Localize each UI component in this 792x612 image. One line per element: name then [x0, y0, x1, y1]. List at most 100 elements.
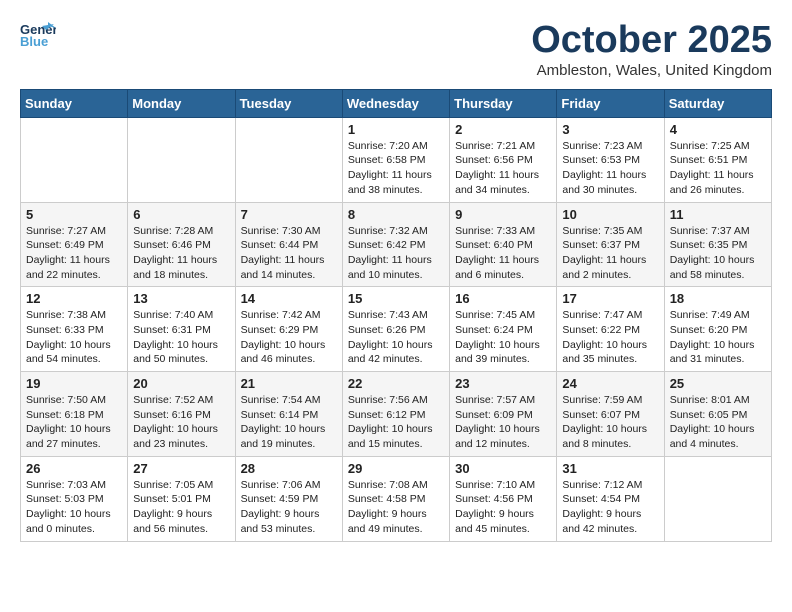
- col-header-friday: Friday: [557, 89, 664, 117]
- day-number: 25: [670, 376, 766, 391]
- day-number: 23: [455, 376, 551, 391]
- day-number: 19: [26, 376, 122, 391]
- daylight-text: Daylight: 10 hours and 46 minutes.: [241, 339, 326, 366]
- day-number: 4: [670, 122, 766, 137]
- day-cell: 29Sunrise: 7:08 AMSunset: 4:58 PMDayligh…: [342, 456, 449, 541]
- cell-content: Sunrise: 7:57 AMSunset: 6:09 PMDaylight:…: [455, 393, 551, 452]
- sunrise-text: Sunrise: 7:33 AM: [455, 225, 535, 237]
- sunrise-text: Sunrise: 7:30 AM: [241, 225, 321, 237]
- sunrise-text: Sunrise: 7:25 AM: [670, 140, 750, 152]
- daylight-text: Daylight: 9 hours and 53 minutes.: [241, 508, 320, 535]
- day-cell: 24 Sunrise: 7:59 AMSunset: 6:07 PMDayligh…: [557, 372, 664, 457]
- sunset-text: Sunset: 5:01 PM: [133, 493, 211, 505]
- day-cell: 14Sunrise: 7:42 AMSunset: 6:29 PMDayligh…: [235, 287, 342, 372]
- week-row-4: 19Sunrise: 7:50 AMSunset: 6:18 PMDayligh…: [21, 372, 772, 457]
- calendar-table: SundayMondayTuesdayWednesdayThursdayFrid…: [20, 89, 772, 542]
- cell-content: Sunrise: 7:59 AMSunset: 6:07 PMDaylight:…: [562, 393, 658, 452]
- sunrise-text: Sunrise: 7:35 AM: [562, 225, 642, 237]
- day-cell: 4Sunrise: 7:25 AMSunset: 6:51 PMDaylight…: [664, 117, 771, 202]
- sunset-text: Sunset: 6:58 PM: [348, 154, 426, 166]
- daylight-text: Daylight: 11 hours and 38 minutes.: [348, 169, 432, 196]
- cell-content: Sunrise: 7:47 AMSunset: 6:22 PMDaylight:…: [562, 308, 658, 367]
- cell-content: Sunrise: 7:37 AMSunset: 6:35 PMDaylight:…: [670, 224, 766, 283]
- cell-content: Sunrise: 7:03 AMSunset: 5:03 PMDaylight:…: [26, 478, 122, 537]
- day-cell: 6Sunrise: 7:28 AMSunset: 6:46 PMDaylight…: [128, 202, 235, 287]
- day-cell: 9Sunrise: 7:33 AMSunset: 6:40 PMDaylight…: [450, 202, 557, 287]
- sunset-text: Sunset: 4:59 PM: [241, 493, 319, 505]
- day-number: 22: [348, 376, 444, 391]
- week-row-5: 26Sunrise: 7:03 AMSunset: 5:03 PMDayligh…: [21, 456, 772, 541]
- day-number: 24: [562, 376, 658, 391]
- daylight-text: Daylight: 10 hours and 12 minutes.: [455, 423, 540, 450]
- day-cell: 26Sunrise: 7:03 AMSunset: 5:03 PMDayligh…: [21, 456, 128, 541]
- cell-content: Sunrise: 7:28 AMSunset: 6:46 PMDaylight:…: [133, 224, 229, 283]
- sunset-text: Sunset: 6:44 PM: [241, 239, 319, 251]
- daylight-text: Daylight: 10 hours and 19 minutes.: [241, 423, 326, 450]
- week-row-1: 1Sunrise: 7:20 AMSunset: 6:58 PMDaylight…: [21, 117, 772, 202]
- cell-content: Sunrise: 7:23 AMSunset: 6:53 PMDaylight:…: [562, 139, 658, 198]
- cell-content: Sunrise: 7:06 AMSunset: 4:59 PMDaylight:…: [241, 478, 337, 537]
- day-cell: [128, 117, 235, 202]
- sunrise-text: Sunrise: 7:12 AM: [562, 479, 642, 491]
- sunset-text: Sunset: 6:16 PM: [133, 409, 211, 421]
- sunrise-text: Sunrise: 7:42 AM: [241, 309, 321, 321]
- daylight-text: Daylight: 10 hours and 35 minutes.: [562, 339, 647, 366]
- cell-content: Sunrise: 7:25 AMSunset: 6:51 PMDaylight:…: [670, 139, 766, 198]
- sunset-text: Sunset: 4:54 PM: [562, 493, 640, 505]
- cell-content: Sunrise: 7:20 AMSunset: 6:58 PMDaylight:…: [348, 139, 444, 198]
- day-number: 18: [670, 291, 766, 306]
- day-number: 7: [241, 207, 337, 222]
- day-number: 11: [670, 207, 766, 222]
- sunrise-text: Sunrise: 7:49 AM: [670, 309, 750, 321]
- sunset-text: Sunset: 6:09 PM: [455, 409, 533, 421]
- sunrise-text: Sunrise: 7:56 AM: [348, 394, 428, 406]
- day-cell: 22 Sunrise: 7:56 AMSunset: 6:12 PMDayligh…: [342, 372, 449, 457]
- day-number: 13: [133, 291, 229, 306]
- sunset-text: Sunset: 6:18 PM: [26, 409, 104, 421]
- sunrise-text: Sunrise: 8:01 AM: [670, 394, 750, 406]
- day-cell: 5Sunrise: 7:27 AMSunset: 6:49 PMDaylight…: [21, 202, 128, 287]
- title-block: October 2025 Ambleston, Wales, United Ki…: [531, 20, 772, 79]
- cell-content: Sunrise: 7:56 AMSunset: 6:12 PMDaylight:…: [348, 393, 444, 452]
- cell-content: Sunrise: 7:52 AMSunset: 6:16 PMDaylight:…: [133, 393, 229, 452]
- col-header-sunday: Sunday: [21, 89, 128, 117]
- daylight-text: Daylight: 11 hours and 14 minutes.: [241, 254, 325, 281]
- sunrise-text: Sunrise: 7:05 AM: [133, 479, 213, 491]
- daylight-text: Daylight: 10 hours and 23 minutes.: [133, 423, 218, 450]
- day-cell: 20Sunrise: 7:52 AMSunset: 6:16 PMDayligh…: [128, 372, 235, 457]
- sunrise-text: Sunrise: 7:37 AM: [670, 225, 750, 237]
- day-number: 2: [455, 122, 551, 137]
- daylight-text: Daylight: 11 hours and 18 minutes.: [133, 254, 217, 281]
- cell-content: Sunrise: 7:45 AMSunset: 6:24 PMDaylight:…: [455, 308, 551, 367]
- cell-content: Sunrise: 7:32 AMSunset: 6:42 PMDaylight:…: [348, 224, 444, 283]
- sunrise-text: Sunrise: 7:38 AM: [26, 309, 106, 321]
- sunrise-text: Sunrise: 7:21 AM: [455, 140, 535, 152]
- day-cell: 23 Sunrise: 7:57 AMSunset: 6:09 PMDayligh…: [450, 372, 557, 457]
- day-number: 10: [562, 207, 658, 222]
- sunset-text: Sunset: 4:56 PM: [455, 493, 533, 505]
- sunrise-text: Sunrise: 7:45 AM: [455, 309, 535, 321]
- day-number: 15: [348, 291, 444, 306]
- day-number: 5: [26, 207, 122, 222]
- day-cell: 31Sunrise: 7:12 AMSunset: 4:54 PMDayligh…: [557, 456, 664, 541]
- day-number: 29: [348, 461, 444, 476]
- sunrise-text: Sunrise: 7:10 AM: [455, 479, 535, 491]
- day-number: 12: [26, 291, 122, 306]
- cell-content: Sunrise: 7:54 AMSunset: 6:14 PMDaylight:…: [241, 393, 337, 452]
- sunset-text: Sunset: 6:05 PM: [670, 409, 748, 421]
- day-number: 3: [562, 122, 658, 137]
- day-cell: [235, 117, 342, 202]
- day-number: 27: [133, 461, 229, 476]
- day-cell: 28Sunrise: 7:06 AMSunset: 4:59 PMDayligh…: [235, 456, 342, 541]
- cell-content: Sunrise: 7:12 AM Sunset: 4:54 PM Daylight:…: [562, 478, 658, 537]
- sunset-text: Sunset: 6:51 PM: [670, 154, 748, 166]
- sunset-text: Sunset: 6:46 PM: [133, 239, 211, 251]
- sunrise-text: Sunrise: 7:23 AM: [562, 140, 642, 152]
- cell-content: Sunrise: 7:42 AMSunset: 6:29 PMDaylight:…: [241, 308, 337, 367]
- sunrise-text: Sunrise: 7:08 AM: [348, 479, 428, 491]
- day-cell: 30Sunrise: 7:10 AMSunset: 4:56 PMDayligh…: [450, 456, 557, 541]
- day-cell: 15Sunrise: 7:43 AMSunset: 6:26 PMDayligh…: [342, 287, 449, 372]
- daylight-text: Daylight: 9 hours and 42 minutes.: [562, 508, 641, 535]
- day-cell: 11 Sunrise: 7:37 AMSunset: 6:35 PMDayligh…: [664, 202, 771, 287]
- page-header: General Blue October 2025 Ambleston, Wal…: [20, 20, 772, 79]
